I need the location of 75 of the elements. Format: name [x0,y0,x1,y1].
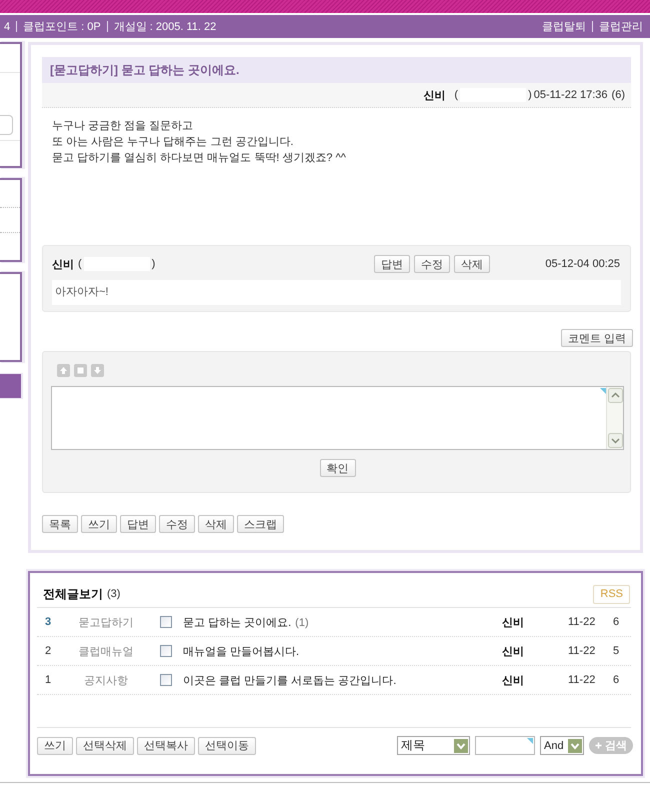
post-title-link[interactable]: 묻고 답하는 곳이에요. [183,616,292,628]
club-info-text: 개설일 : 2005. 11. 22 [114,20,216,34]
post-action-button[interactable]: 목록 [42,515,78,533]
checkbox[interactable] [160,645,172,657]
comment-input-button[interactable]: 코멘트 입력 [560,329,633,347]
body-text: 묻고 답하기를 열심히 하다보면 매뉴얼도 뚝딱! 생기겠죠? ^^ [52,151,347,166]
post-date: 11-22 [568,645,596,657]
search-field-select[interactable]: 제목 [397,736,470,755]
body-text: 누구나 궁금한 점을 질문하고 [52,119,194,134]
post-date: 11-22 [568,616,596,628]
post-date: 05-11-22 17:36 [534,89,608,101]
category-text: 묻고답하기 [78,616,134,628]
body-text: 또 아는 사람은 누구나 답해주는 그런 공간입니다. [52,135,294,150]
square-icon[interactable] [74,364,87,377]
board-action-button[interactable]: 선택복사 [137,736,195,754]
board-action-button[interactable]: 쓰기 [37,736,73,754]
view-count: 5 [613,645,620,657]
caret-icon [568,738,582,752]
checkbox[interactable] [160,674,172,686]
post-number: 3 [44,616,52,628]
sidebar-tab[interactable] [0,374,21,398]
author-name: 신비 [423,88,446,102]
author-name: 신비 [502,646,524,658]
bracket-text: ( [78,258,82,270]
scroll-down-icon[interactable] [608,433,622,448]
view-count: 6 [613,674,620,686]
comment-date: 05-12-04 00:25 [544,258,620,270]
comment-action-button[interactable]: 삭제 [454,255,490,273]
category-text: 클럽매뉴얼 [78,646,134,658]
post-action-button[interactable]: 수정 [159,515,195,533]
search-input[interactable] [475,736,535,755]
club-info-text: 클럽포인트 : 0P [23,20,101,34]
board-action-button[interactable]: 선택삭제 [76,736,134,754]
bracket-text: ) [528,89,532,101]
author-name: 신비 [502,616,524,628]
submit-button[interactable]: 확인 [320,459,356,477]
comment-input[interactable] [51,386,624,450]
view-count: (6) [612,89,625,101]
view-count: 6 [613,616,620,628]
bracket-text: ) [152,258,156,270]
author-name: 신비 [502,674,524,686]
header-link[interactable]: 클럽탈퇴 [542,19,586,34]
post-action-button[interactable]: 쓰기 [81,515,117,533]
input-field[interactable] [0,115,13,135]
post-date: 11-22 [568,674,596,686]
post-action-button[interactable]: 답변 [120,515,156,533]
scrollbar[interactable] [606,387,623,449]
comment-text: 아자아자~! [52,280,621,305]
comment-count: (1) [295,616,309,628]
bracket-text: ( [454,89,458,101]
post-title-link[interactable]: 매뉴얼을 만들어봅시다. [183,646,300,658]
caret-icon [454,738,468,752]
down-arrow-icon[interactable] [91,364,104,377]
club-info-text: 4 [4,20,10,32]
post-title-link[interactable]: 이곳은 클럽 만들기를 서로돕는 공간입니다. [183,674,396,686]
comment-action-button[interactable]: 답변 [374,255,410,273]
post-number: 1 [44,674,52,686]
post-action-button[interactable]: 스크랩 [237,515,284,533]
corner-triangle-icon [527,738,533,744]
checkbox[interactable] [160,616,172,628]
board-action-button[interactable]: 선택이동 [198,736,256,754]
board-title: 전체글보기 [43,586,103,602]
up-arrow-icon[interactable] [57,364,70,377]
post-count: (3) [107,588,120,600]
plus-icon [595,742,602,749]
scroll-up-icon[interactable] [608,388,622,403]
post-action-button[interactable]: 삭제 [198,515,234,533]
post-title: [묻고답하기] 묻고 답하는 곳이에요. [42,57,631,83]
comment-author: 신비 [52,258,74,272]
header-link[interactable]: 클럽관리 [599,19,643,34]
post-number: 2 [44,645,52,657]
category-text: 공지사항 [84,674,128,686]
comment-action-button[interactable]: 수정 [414,255,450,273]
corner-triangle-icon [600,388,606,394]
operator-select[interactable]: And [540,736,584,755]
